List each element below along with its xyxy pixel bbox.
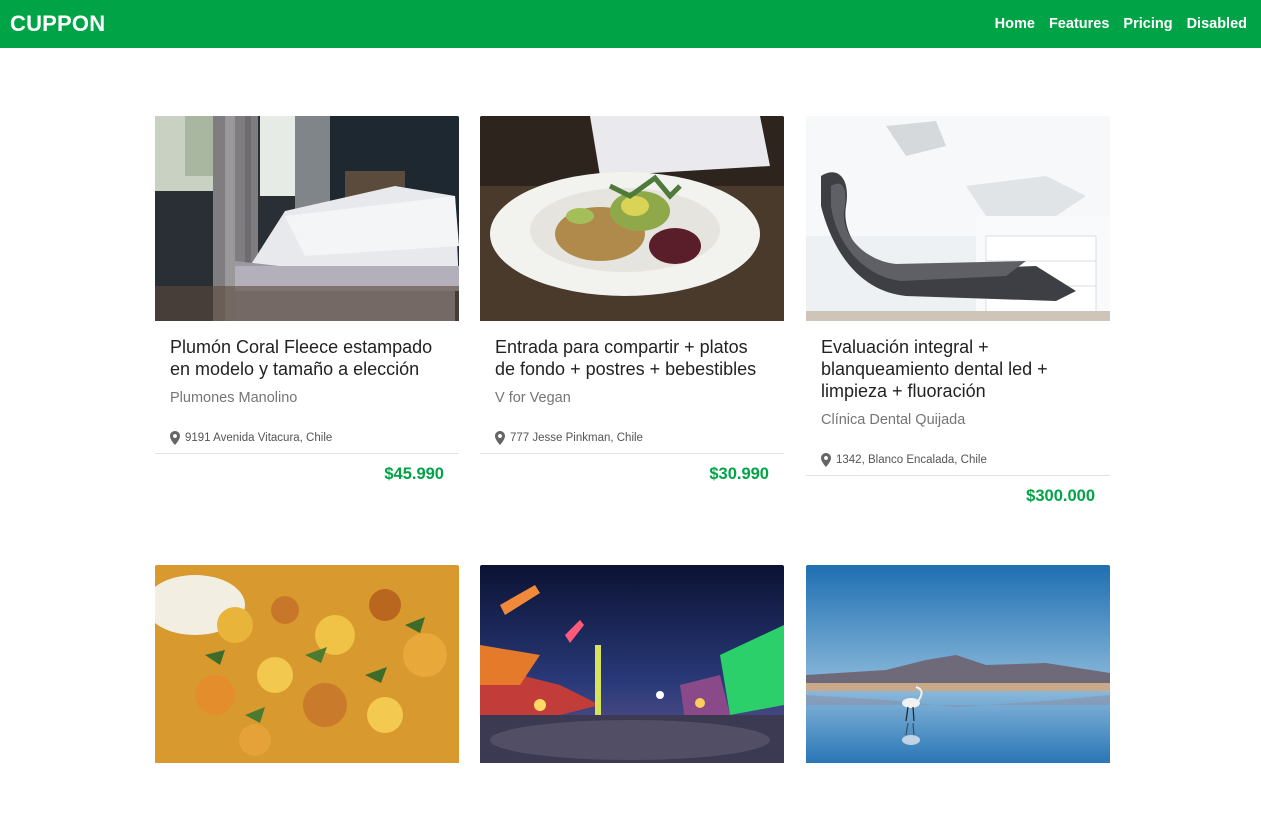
deal-price: $300.000	[1026, 487, 1095, 505]
deal-title[interactable]: Evaluación integral + blanqueamiento den…	[821, 336, 1095, 402]
deal-card[interactable]	[155, 565, 459, 763]
location-pin-icon	[170, 431, 180, 445]
deal-card[interactable]: Evaluación integral + blanqueamiento den…	[806, 116, 1110, 506]
card-body: Evaluación integral + blanqueamiento den…	[806, 321, 1110, 468]
merchant-name: Clínica Dental Quijada	[821, 412, 966, 428]
deal-location: 1342, Blanco Encalada, Chile	[821, 452, 1095, 468]
deal-card[interactable]	[480, 565, 784, 763]
deal-price: $30.990	[709, 465, 769, 483]
night-fair-photo[interactable]	[480, 565, 784, 763]
deal-location: 777 Jesse Pinkman, Chile	[495, 430, 769, 446]
nav-home-link[interactable]: Home	[995, 16, 1035, 32]
vegetable-stew-photo[interactable]	[155, 565, 459, 763]
deal-card[interactable]	[806, 565, 1110, 763]
dental-chair-photo[interactable]	[806, 116, 1110, 321]
brand-logo[interactable]: CUPPON	[10, 11, 105, 37]
merchant-name: Plumones Manolino	[170, 390, 298, 406]
bedroom-photo[interactable]	[155, 116, 459, 321]
location-pin-icon	[821, 453, 831, 467]
deal-title[interactable]: Entrada para compartir + platos de fondo…	[495, 336, 769, 380]
top-navbar: CUPPON Home Features Pricing Disabled	[0, 0, 1261, 48]
location-text: 9191 Avenida Vitacura, Chile	[185, 432, 333, 444]
location-text: 1342, Blanco Encalada, Chile	[836, 454, 987, 466]
nav-pricing-link[interactable]: Pricing	[1123, 16, 1172, 32]
nav-disabled-link[interactable]: Disabled	[1187, 16, 1247, 32]
deal-card[interactable]: Entrada para compartir + platos de fondo…	[480, 116, 784, 484]
location-text: 777 Jesse Pinkman, Chile	[510, 432, 643, 444]
flamingo-lake-photo[interactable]	[806, 565, 1110, 763]
location-pin-icon	[495, 431, 505, 445]
merchant-name: V for Vegan	[495, 390, 571, 406]
vegan-salad-photo[interactable]	[480, 116, 784, 321]
deal-card[interactable]: Plumón Coral Fleece estampado en modelo …	[155, 116, 459, 484]
deal-price: $45.990	[384, 465, 444, 483]
deal-title[interactable]: Plumón Coral Fleece estampado en modelo …	[170, 336, 444, 380]
nav-features-link[interactable]: Features	[1049, 16, 1109, 32]
card-body: Entrada para compartir + platos de fondo…	[480, 321, 784, 446]
card-body: Plumón Coral Fleece estampado en modelo …	[155, 321, 459, 446]
deal-location: 9191 Avenida Vitacura, Chile	[170, 430, 444, 446]
nav-links: Home Features Pricing Disabled	[981, 16, 1247, 32]
